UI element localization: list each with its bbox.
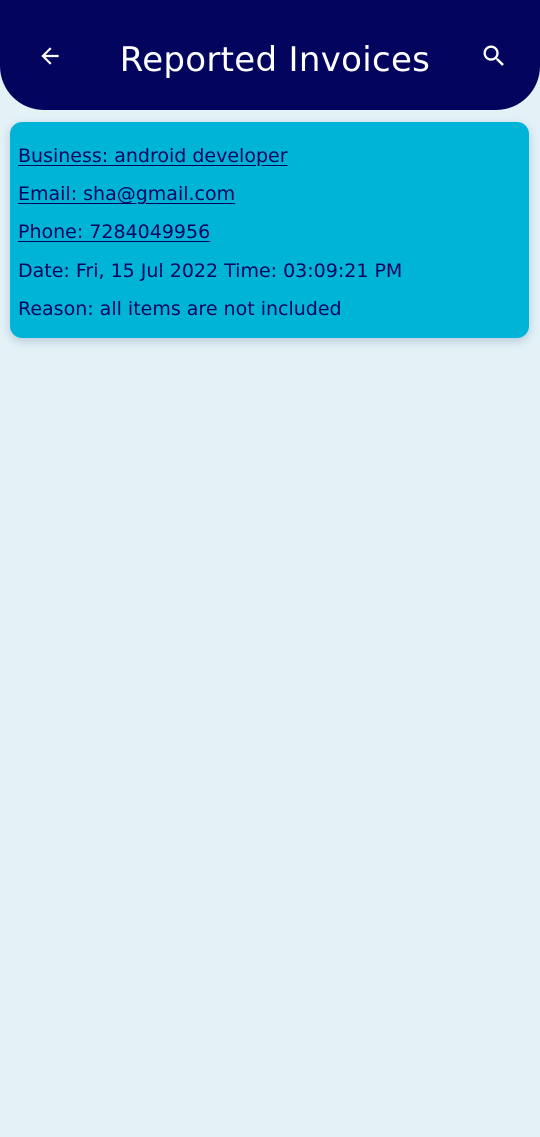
reason-text: Reason: all items are not included [18, 298, 342, 320]
email-link[interactable]: Email: sha@gmail.com [18, 182, 235, 206]
search-icon [483, 45, 504, 66]
page-title: Reported Invoices [119, 40, 431, 80]
date-time-text: Date: Fri, 15 Jul 2022 Time: 03:09:21 PM [18, 260, 403, 282]
search-button[interactable] [474, 36, 514, 76]
reported-invoice-card[interactable]: Business: android developer Email: sha@g… [10, 122, 529, 338]
business-link[interactable]: Business: android developer [18, 144, 288, 168]
phone-link[interactable]: Phone: 7284049956 [18, 220, 210, 244]
app-bar: Reported Invoices [0, 0, 540, 110]
